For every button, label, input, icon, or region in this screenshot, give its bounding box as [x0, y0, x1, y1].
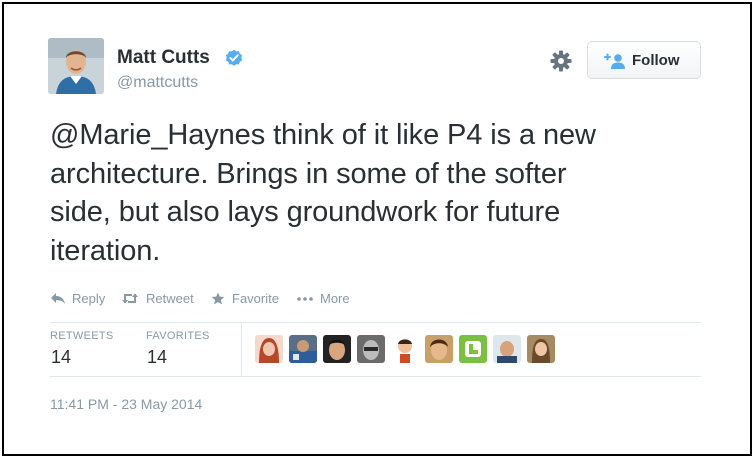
favoriter-avatar[interactable]	[527, 335, 555, 363]
favoriter-avatar[interactable]	[493, 335, 521, 363]
favoriter-avatar-image	[391, 335, 419, 363]
favoriter-avatar[interactable]	[459, 335, 487, 363]
favoriter-avatar[interactable]	[323, 335, 351, 363]
favoriter-avatar-image	[289, 335, 317, 363]
reply-label: Reply	[72, 291, 106, 306]
user-name[interactable]: Matt Cutts	[117, 47, 210, 69]
stats-vertical-divider	[241, 323, 242, 377]
favoriter-avatar-image	[323, 335, 351, 363]
tweet-line: iteration.	[50, 234, 161, 267]
avatar[interactable]	[48, 38, 104, 94]
favoriter-avatar[interactable]	[391, 335, 419, 363]
favoriter-avatar-image	[527, 335, 555, 363]
retweets-count[interactable]: 14	[51, 347, 71, 368]
add-user-icon	[604, 53, 625, 69]
tweet-line: architecture. Brings in some of the soft…	[50, 157, 567, 190]
favorites-label: FAVORITES	[146, 330, 210, 342]
favoriter-avatar[interactable]	[289, 335, 317, 363]
favoriter-avatar-image	[357, 335, 385, 363]
favorites-count[interactable]: 14	[147, 347, 167, 368]
stats-divider-top	[50, 322, 701, 323]
user-handle[interactable]: @mattcutts	[117, 74, 198, 92]
retweet-icon	[122, 293, 138, 304]
follow-button[interactable]: Follow	[587, 41, 701, 79]
avatar-image	[48, 38, 104, 94]
favoriter-avatar[interactable]	[255, 335, 283, 363]
favoriter-avatar-image	[493, 335, 521, 363]
tweet-line: @Marie_Haynes think of it like P4 is a n…	[50, 119, 596, 151]
favoriter-avatar-image	[459, 335, 487, 363]
retweet-label: Retweet	[146, 291, 194, 306]
star-icon	[211, 292, 225, 305]
tweet-text: @Marie_Haynes think of it like P4 is a n…	[50, 116, 700, 270]
tweet-timestamp[interactable]: 11:41 PM - 23 May 2014	[50, 396, 202, 412]
favoriter-avatar-image	[425, 335, 453, 363]
tweet-line: side, but also lays groundwork for futur…	[50, 196, 561, 228]
stats-divider-bottom	[50, 376, 701, 377]
reply-icon	[51, 293, 65, 304]
gear-icon[interactable]	[550, 50, 572, 72]
favoriter-avatar[interactable]	[425, 335, 453, 363]
favoriter-avatar[interactable]	[357, 335, 385, 363]
retweets-label: RETWEETS	[50, 330, 114, 342]
favoriter-avatar-image	[255, 335, 283, 363]
follow-label: Follow	[632, 52, 680, 69]
more-dots-icon	[297, 297, 313, 301]
more-label: More	[320, 291, 350, 306]
favorite-label: Favorite	[232, 291, 279, 306]
verified-badge-icon	[225, 49, 243, 66]
